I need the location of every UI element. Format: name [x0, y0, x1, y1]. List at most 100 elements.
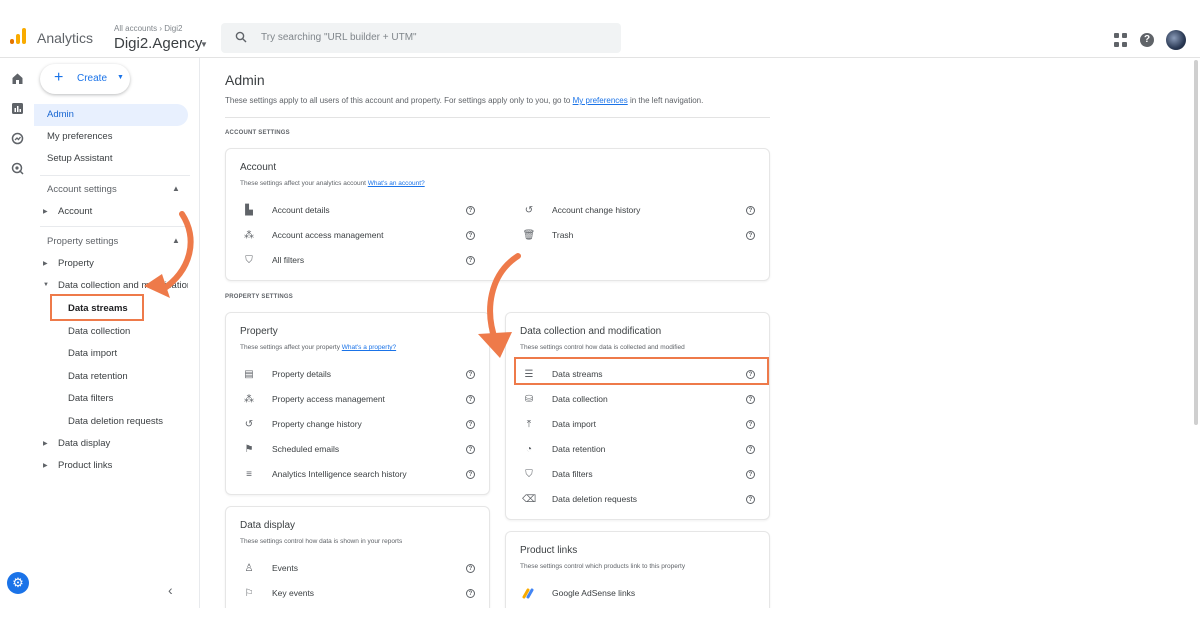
help-circle-icon[interactable]: ? [746, 420, 755, 429]
property-settings-label: PROPERTY SETTINGS [225, 294, 293, 300]
help-circle-icon[interactable]: ? [746, 445, 755, 454]
data-filters-link[interactable]: ⛉ Data filters [522, 463, 592, 485]
help-circle-icon[interactable]: ? [466, 420, 475, 429]
help-circle-icon[interactable]: ? [746, 470, 755, 479]
explore-icon[interactable] [9, 130, 25, 146]
search-bar[interactable]: Try searching "URL builder + UTM" [221, 23, 621, 53]
card-title: Data collection and modification [520, 326, 662, 337]
settings-gear-icon[interactable]: ⚙ [7, 572, 29, 594]
reports-icon[interactable] [9, 100, 25, 116]
whats-a-property-link[interactable]: What's a property? [342, 344, 396, 351]
account-picker[interactable]: Digi2.Agency [114, 35, 202, 52]
sidebar-item-my-preferences[interactable]: My preferences [47, 126, 112, 148]
card-title: Account [240, 162, 277, 173]
property-settings-group[interactable]: Property settings [47, 236, 118, 247]
expand-arrow-icon[interactable]: ▶ [43, 462, 48, 469]
events-icon: ♙ [244, 562, 254, 574]
help-circle-icon[interactable]: ? [746, 495, 755, 504]
help-circle-icon[interactable]: ? [466, 589, 475, 598]
annotation-arrow-main [478, 253, 521, 358]
details-icon: ▤ [244, 368, 254, 380]
help-circle-icon[interactable]: ? [466, 564, 475, 573]
property-change-history-link[interactable]: ↺ Property change history [242, 413, 362, 435]
help-circle-icon[interactable]: ? [466, 470, 475, 479]
sidebar-item-setup-assistant[interactable]: Setup Assistant [47, 148, 112, 170]
card-description: These settings affect your analytics acc… [240, 180, 425, 187]
dropdown-caret-icon: ▼ [117, 74, 124, 81]
help-circle-icon[interactable]: ? [466, 445, 475, 454]
sidebar-item-data-retention[interactable]: Data retention [68, 371, 128, 382]
card-title: Property [240, 326, 278, 337]
app-name: Analytics [37, 30, 94, 46]
sidebar-item-property[interactable]: Property [58, 258, 94, 269]
help-circle-icon[interactable]: ? [466, 395, 475, 404]
expand-arrow-icon[interactable]: ▶ [43, 260, 48, 267]
help-circle-icon[interactable]: ? [466, 206, 475, 215]
account-breadcrumb[interactable]: All accounts › Digi2 [114, 24, 182, 33]
upload-icon: ⤒ [526, 418, 532, 430]
expand-arrow-icon[interactable]: ▶ [43, 440, 48, 447]
create-button[interactable]: + Create ▼ [40, 64, 130, 94]
property-card: Property These settings affect your prop… [225, 312, 490, 495]
property-details-link[interactable]: ▤ Property details [242, 363, 331, 385]
whats-an-account-link[interactable]: What's an account? [368, 180, 425, 187]
analytics-intelligence-search-history-link[interactable]: ≡ Analytics Intelligence search history [242, 463, 407, 485]
data-collection-card: Data collection and modification These s… [505, 312, 770, 520]
home-icon[interactable] [9, 70, 25, 86]
collapse-arrow-icon[interactable]: ▼ [43, 282, 49, 288]
trash-link[interactable]: 🗑 Trash [522, 224, 574, 246]
history-icon: ↺ [524, 204, 534, 216]
plus-icon: + [54, 69, 64, 86]
account-access-management-link[interactable]: ⁂ Account access management [242, 224, 384, 246]
sidebar-item-data-display[interactable]: Data display [58, 438, 110, 449]
account-change-history-link[interactable]: ↺ Account change history [522, 199, 641, 221]
analytics-logo[interactable] [10, 28, 26, 44]
key-events-link[interactable]: ⚐ Key events [242, 582, 315, 604]
data-import-link[interactable]: ⤒ Data import [522, 413, 596, 435]
data-retention-link[interactable]: ◔ Data retention [522, 438, 605, 460]
help-circle-icon[interactable]: ? [746, 395, 755, 404]
sidebar-item-product-links[interactable]: Product links [58, 460, 112, 471]
scrollbar[interactable] [1194, 60, 1198, 425]
filter-icon: ⛉ [245, 254, 253, 266]
avatar[interactable] [1166, 30, 1186, 50]
help-icon[interactable]: ? [1140, 33, 1154, 47]
adsense-icon [522, 586, 536, 600]
card-description: These settings control how data is colle… [520, 344, 685, 351]
card-description: These settings control which products li… [520, 563, 686, 570]
help-circle-icon[interactable]: ? [466, 231, 475, 240]
advertising-icon[interactable] [9, 160, 25, 176]
collapse-up-icon[interactable]: ▲ [172, 184, 180, 193]
account-settings-group[interactable]: Account settings [47, 184, 117, 195]
top-bar: Analytics All accounts › Digi2 Digi2.Age… [0, 0, 1200, 58]
database-icon: ⛁ [524, 393, 534, 405]
admin-sidebar: + Create ▼ Admin My preferences Setup As… [34, 58, 200, 608]
collapse-sidebar-chevron-icon[interactable]: ‹ [168, 582, 173, 598]
property-access-management-link[interactable]: ⁂ Property access management [242, 388, 385, 410]
expand-arrow-icon[interactable]: ▶ [43, 208, 48, 215]
data-display-card: Data display These settings control how … [225, 506, 490, 616]
data-collection-link[interactable]: ⛁ Data collection [522, 388, 608, 410]
sidebar-item-data-import[interactable]: Data import [68, 348, 117, 359]
sidebar-item-data-deletion-requests[interactable]: Data deletion requests [68, 416, 163, 427]
help-circle-icon[interactable]: ? [746, 206, 755, 215]
page-description: These settings apply to all users of thi… [225, 96, 704, 105]
sidebar-item-data-collection[interactable]: Data collection [68, 326, 130, 337]
all-filters-link[interactable]: ⛉ All filters [242, 249, 304, 271]
scheduled-emails-link[interactable]: ⚑ Scheduled emails [242, 438, 340, 460]
events-link[interactable]: ♙ Events [242, 557, 298, 579]
sidebar-item-admin[interactable]: Admin [34, 104, 188, 126]
help-circle-icon[interactable]: ? [466, 370, 475, 379]
sidebar-item-account[interactable]: Account [58, 206, 92, 217]
card-description: These settings affect your property What… [240, 344, 397, 351]
annotation-arrow-sidebar [144, 211, 194, 298]
account-picker-caret-icon[interactable]: ▼ [200, 40, 208, 49]
help-circle-icon[interactable]: ? [746, 231, 755, 240]
google-adsense-links-link[interactable]: Google AdSense links [522, 582, 635, 604]
account-details-link[interactable]: ▙ Account details [242, 199, 330, 221]
data-deletion-requests-link[interactable]: ⌫ Data deletion requests [522, 488, 637, 510]
my-preferences-link[interactable]: My preferences [573, 96, 628, 105]
card-description: These settings control how data is shown… [240, 538, 403, 545]
sidebar-item-data-filters[interactable]: Data filters [68, 393, 113, 404]
apps-icon[interactable] [1114, 33, 1128, 47]
